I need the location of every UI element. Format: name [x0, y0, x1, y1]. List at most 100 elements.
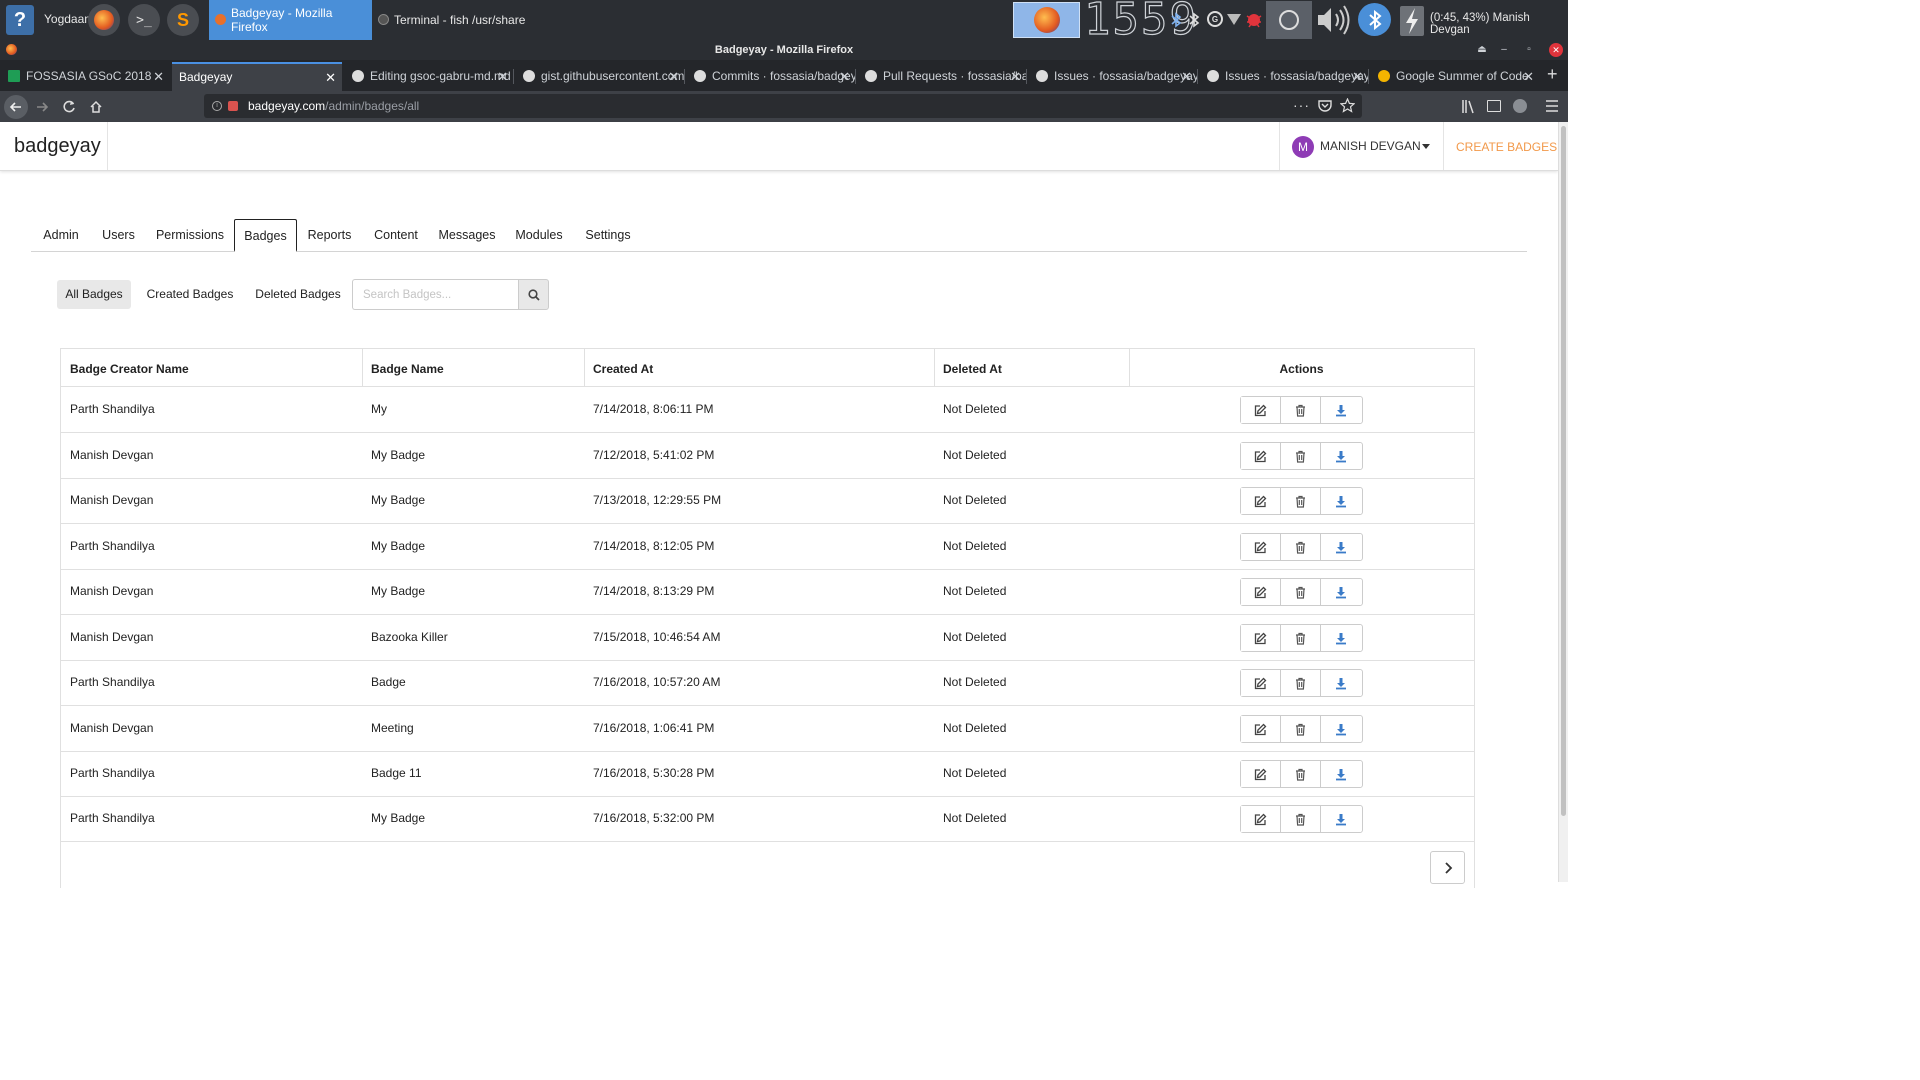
brand-logo[interactable]: badgeyay: [14, 122, 101, 171]
delete-button[interactable]: [1281, 534, 1321, 560]
battery-charging-icon[interactable]: [1398, 2, 1426, 38]
user-menu-name[interactable]: MANISH DEVGAN: [1320, 122, 1421, 171]
info-icon[interactable]: i: [212, 101, 222, 111]
power-tray-icon[interactable]: [1266, 1, 1312, 39]
new-tab-icon[interactable]: +: [1547, 64, 1558, 85]
browser-tab[interactable]: Commits · fossasia/badgeyay ✕: [686, 62, 856, 91]
subtab-all-badges[interactable]: All Badges: [57, 280, 131, 309]
pocket-icon[interactable]: [1318, 99, 1332, 113]
bluetooth-manager-icon[interactable]: [1358, 3, 1391, 36]
insecure-lock-icon[interactable]: [228, 101, 238, 111]
library-icon[interactable]: [1461, 99, 1476, 114]
download-button[interactable]: [1321, 625, 1361, 651]
edit-button[interactable]: [1241, 625, 1281, 651]
account-icon[interactable]: [1513, 99, 1527, 113]
bluetooth-tray-icon[interactable]: [1170, 12, 1182, 28]
browser-tab[interactable]: Pull Requests · fossasia/badgeyay ✕: [857, 62, 1027, 91]
hamburger-menu-icon[interactable]: [1545, 100, 1559, 112]
sync-tray-icon[interactable]: G: [1207, 11, 1223, 27]
terminal-launcher-icon[interactable]: >_: [128, 4, 160, 36]
close-tab-icon[interactable]: ✕: [1352, 62, 1363, 91]
url-bar[interactable]: i badgeyay.com/admin/badges/all ···: [204, 94, 1362, 118]
volume-tray-icon[interactable]: [1316, 4, 1352, 36]
close-tab-icon[interactable]: ✕: [497, 62, 508, 91]
edit-button[interactable]: [1241, 579, 1281, 605]
browser-tab[interactable]: Editing gsoc-gabru-md.md ✕: [344, 62, 514, 91]
help-launcher-icon[interactable]: ?: [6, 5, 34, 35]
subtab-deleted-badges[interactable]: Deleted Badges: [250, 280, 346, 309]
edit-button[interactable]: [1241, 761, 1281, 787]
delete-button[interactable]: [1281, 716, 1321, 742]
home-button[interactable]: [84, 95, 108, 119]
download-button[interactable]: [1321, 488, 1361, 514]
delete-button[interactable]: [1281, 761, 1321, 787]
tab-permissions[interactable]: Permissions: [152, 219, 228, 252]
scrollbar-thumb[interactable]: [1561, 126, 1566, 816]
edit-button[interactable]: [1241, 806, 1281, 832]
taskbar-task-firefox[interactable]: Badgeyay - Mozilla Firefox: [209, 0, 372, 40]
maximize-icon[interactable]: ▫: [1522, 43, 1536, 57]
edit-button[interactable]: [1241, 443, 1281, 469]
browser-tab[interactable]: FOSSASIA GSoC 2018 ✕: [0, 62, 170, 91]
create-badges-link[interactable]: CREATE BADGES: [1456, 122, 1557, 172]
close-tab-icon[interactable]: ✕: [153, 62, 164, 91]
delete-button[interactable]: [1281, 579, 1321, 605]
close-tab-icon[interactable]: ✕: [668, 62, 679, 91]
forward-button[interactable]: [30, 95, 54, 119]
edit-button[interactable]: [1241, 488, 1281, 514]
window-up-icon[interactable]: ⏏: [1475, 43, 1489, 57]
delete-button[interactable]: [1281, 806, 1321, 832]
firefox-launcher-icon[interactable]: [88, 4, 120, 36]
tab-settings[interactable]: Settings: [581, 219, 635, 252]
edit-button[interactable]: [1241, 670, 1281, 696]
wifi-tray-icon[interactable]: [1227, 12, 1241, 26]
back-button[interactable]: [4, 95, 28, 119]
download-button[interactable]: [1321, 534, 1361, 560]
firefox-preview-thumbnail[interactable]: [1013, 2, 1080, 38]
download-button[interactable]: [1321, 443, 1361, 469]
download-button[interactable]: [1321, 716, 1361, 742]
reload-button[interactable]: [57, 95, 81, 119]
browser-tab[interactable]: Google Summer of Code ✕: [1370, 62, 1540, 91]
browser-tab[interactable]: Issues · fossasia/badgeyay ✕: [1199, 62, 1369, 91]
tab-badges[interactable]: Badges: [234, 219, 297, 252]
tab-messages[interactable]: Messages: [436, 219, 498, 252]
bug-tray-icon[interactable]: [1246, 10, 1262, 28]
download-button[interactable]: [1321, 579, 1361, 605]
browser-tab[interactable]: Issues · fossasia/badgeyay ✕: [1028, 62, 1198, 91]
search-input[interactable]: [352, 279, 518, 310]
delete-button[interactable]: [1281, 488, 1321, 514]
tab-content[interactable]: Content: [368, 219, 424, 252]
edit-button[interactable]: [1241, 534, 1281, 560]
close-window-icon[interactable]: ✕: [1549, 43, 1563, 57]
close-tab-icon[interactable]: ✕: [1181, 62, 1192, 91]
page-actions-icon[interactable]: ···: [1293, 97, 1310, 113]
delete-button[interactable]: [1281, 625, 1321, 651]
close-tab-icon[interactable]: ✕: [1523, 62, 1534, 91]
caret-down-icon[interactable]: [1422, 144, 1430, 149]
download-button[interactable]: [1321, 397, 1361, 423]
close-tab-icon[interactable]: ✕: [839, 62, 850, 91]
subtab-created-badges[interactable]: Created Badges: [141, 280, 239, 309]
tab-users[interactable]: Users: [95, 219, 142, 252]
taskbar-task-terminal[interactable]: Terminal - fish /usr/share: [372, 0, 542, 40]
bookmark-star-icon[interactable]: [1340, 98, 1355, 113]
edit-button[interactable]: [1241, 716, 1281, 742]
edit-button[interactable]: [1241, 397, 1281, 423]
tab-reports[interactable]: Reports: [303, 219, 356, 252]
sublime-launcher-icon[interactable]: S: [167, 4, 199, 36]
sidebar-toggle-icon[interactable]: [1487, 100, 1501, 112]
minimize-icon[interactable]: –: [1497, 43, 1511, 57]
close-tab-icon[interactable]: ✕: [1010, 62, 1021, 91]
delete-button[interactable]: [1281, 397, 1321, 423]
avatar[interactable]: M: [1292, 136, 1314, 158]
search-button[interactable]: [518, 279, 549, 310]
tab-admin[interactable]: Admin: [31, 219, 91, 252]
next-page-button[interactable]: [1430, 851, 1465, 884]
download-button[interactable]: [1321, 761, 1361, 787]
download-button[interactable]: [1321, 806, 1361, 832]
close-tab-icon[interactable]: ✕: [325, 64, 336, 91]
tab-modules[interactable]: Modules: [511, 219, 567, 252]
page-scrollbar[interactable]: [1558, 122, 1568, 882]
delete-button[interactable]: [1281, 443, 1321, 469]
